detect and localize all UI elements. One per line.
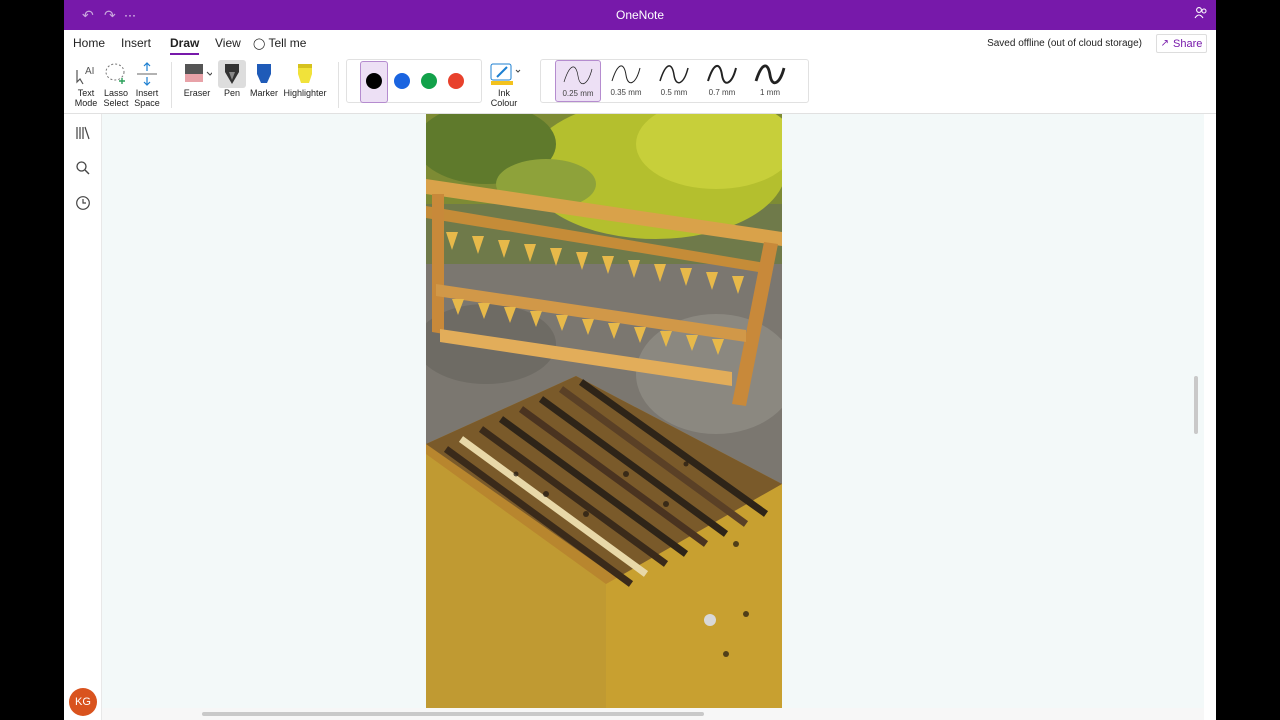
pen-icon bbox=[218, 60, 246, 88]
pen-button[interactable]: Pen bbox=[218, 60, 246, 98]
text-mode-label-2: Mode bbox=[74, 98, 98, 108]
ink-color-red[interactable] bbox=[448, 73, 464, 89]
highlighter-button[interactable]: Highlighter bbox=[282, 60, 328, 98]
marker-button[interactable]: Marker bbox=[249, 60, 279, 98]
ink-colour-label-2: Colour bbox=[490, 98, 518, 108]
eraser-button[interactable]: Eraser bbox=[180, 60, 214, 98]
share-icon: ↗ bbox=[1160, 38, 1170, 49]
collaborate-icon[interactable] bbox=[1194, 6, 1208, 23]
beehive-image bbox=[426, 114, 782, 708]
stroke-option-05[interactable]: 0.5 mm bbox=[651, 60, 697, 102]
ink-color-black[interactable] bbox=[366, 73, 382, 89]
notebooks-icon[interactable] bbox=[75, 125, 91, 141]
text-mode-label-1: Text bbox=[77, 88, 95, 98]
user-avatar[interactable]: KG bbox=[69, 688, 97, 716]
app-title: OneNote bbox=[615, 8, 665, 22]
stroke-option-035[interactable]: 0.35 mm bbox=[603, 60, 649, 102]
search-icon[interactable] bbox=[75, 160, 91, 176]
ink-colour-icon bbox=[484, 60, 524, 88]
note-page-canvas[interactable] bbox=[102, 114, 1204, 708]
beehive-photo[interactable] bbox=[426, 114, 782, 708]
insert-space-button[interactable]: Insert Space bbox=[133, 60, 161, 108]
lasso-select-button[interactable]: Lasso Select bbox=[103, 60, 129, 108]
tab-draw[interactable]: Draw bbox=[170, 36, 200, 55]
ink-colour-label-1: Ink bbox=[497, 88, 510, 98]
left-navigation: KG bbox=[64, 114, 102, 720]
eraser-icon bbox=[180, 60, 214, 88]
highlighter-icon bbox=[282, 60, 328, 88]
marker-label: Marker bbox=[249, 88, 278, 98]
ink-color-blue[interactable] bbox=[394, 73, 410, 89]
tab-insert[interactable]: Insert bbox=[121, 36, 151, 50]
ribbon-separator bbox=[338, 62, 339, 108]
stroke-label: 0.25 mm bbox=[562, 89, 594, 98]
horizontal-scrollbar[interactable] bbox=[202, 712, 704, 716]
stroke-label: 0.35 mm bbox=[610, 88, 642, 97]
svg-text:AI: AI bbox=[85, 66, 94, 77]
lasso-icon bbox=[103, 60, 129, 88]
pen-label: Pen bbox=[223, 88, 240, 98]
stroke-label: 0.5 mm bbox=[660, 88, 688, 97]
ink-color-green[interactable] bbox=[421, 73, 437, 89]
lightbulb-icon: ◯ bbox=[253, 38, 266, 50]
stroke-label: 1 mm bbox=[760, 88, 780, 97]
menu-bar: Home Insert Draw View ◯ Tell me Saved of… bbox=[64, 30, 1216, 56]
insert-space-label-1: Insert bbox=[135, 88, 159, 98]
marker-icon bbox=[249, 60, 279, 88]
insert-space-label-2: Space bbox=[134, 98, 160, 108]
stroke-option-1[interactable]: 1 mm bbox=[747, 60, 793, 102]
eraser-label: Eraser bbox=[183, 88, 211, 98]
tab-view[interactable]: View bbox=[215, 36, 241, 50]
text-mode-button[interactable]: AI Text Mode bbox=[73, 60, 99, 108]
highlighter-label: Highlighter bbox=[283, 88, 327, 98]
recent-icon[interactable] bbox=[75, 195, 91, 211]
onenote-window: ↶ ↷ ··· OneNote Home Insert Draw View ◯ … bbox=[64, 0, 1216, 720]
vertical-scrollbar[interactable] bbox=[1194, 376, 1198, 434]
save-status: Saved offline (out of cloud storage) bbox=[987, 38, 1142, 49]
share-label: Share bbox=[1173, 37, 1203, 50]
tell-me-label: Tell me bbox=[268, 36, 307, 50]
ink-colour-button[interactable]: Ink Colour bbox=[484, 60, 524, 108]
tab-home[interactable]: Home bbox=[73, 36, 105, 50]
ribbon-separator bbox=[171, 62, 172, 108]
insert-space-icon bbox=[133, 60, 161, 88]
stroke-option-07[interactable]: 0.7 mm bbox=[699, 60, 745, 102]
stroke-option-025[interactable]: 0.25 mm bbox=[555, 60, 601, 102]
title-bar: ↶ ↷ ··· OneNote bbox=[64, 0, 1216, 30]
lasso-label-1: Lasso bbox=[103, 88, 129, 98]
stroke-label: 0.7 mm bbox=[708, 88, 736, 97]
text-mode-icon: AI bbox=[73, 60, 99, 88]
lasso-label-2: Select bbox=[103, 98, 129, 108]
share-button[interactable]: ↗ Share bbox=[1156, 34, 1207, 53]
draw-ribbon: AI Text Mode Lasso Select Insert Space E… bbox=[64, 56, 1216, 114]
tell-me-button[interactable]: ◯ Tell me bbox=[253, 36, 306, 50]
